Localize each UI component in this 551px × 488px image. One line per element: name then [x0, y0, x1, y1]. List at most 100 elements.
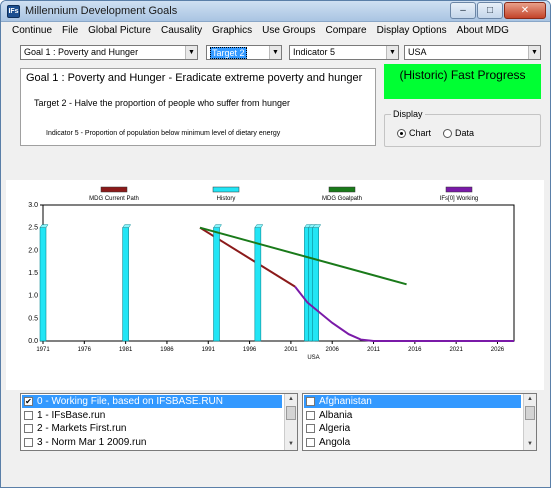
menu-item-use-groups[interactable]: Use Groups: [257, 22, 320, 40]
menu-bar: Continue File Global Picture Causality Graph…: [1, 22, 550, 40]
legend-swatch: [100, 186, 128, 193]
checkbox-icon[interactable]: [306, 437, 315, 447]
x-axis-label: USA: [307, 355, 319, 361]
chevron-down-icon[interactable]: ▼: [528, 46, 540, 59]
x-tick-label: 2011: [367, 347, 381, 353]
checkbox-icon[interactable]: [306, 410, 315, 420]
list-item[interactable]: ✔ 0 - Working File, based on IFSBASE.RUN: [22, 395, 282, 408]
menu-item-causality[interactable]: Causality: [156, 22, 207, 40]
checkbox-icon[interactable]: [306, 424, 315, 433]
x-tick-label: 2026: [491, 347, 505, 353]
checkbox-checked-icon[interactable]: ✔: [24, 397, 33, 406]
scroll-down-icon[interactable]: ▼: [285, 439, 297, 450]
y-tick-label: 0.5: [28, 315, 38, 322]
list-item[interactable]: Algeria: [304, 422, 521, 435]
indicator-text: Indicator 5 - Proportion of population b…: [46, 130, 281, 137]
list-item-label: Afghanistan: [319, 396, 372, 407]
checkbox-icon[interactable]: [24, 424, 33, 433]
data-radio[interactable]: Data: [443, 128, 474, 138]
x-tick-label: 2016: [408, 347, 422, 353]
list-item-label: Angola: [319, 436, 351, 448]
goal-title: Goal 1 : Poverty and Hunger - Eradicate …: [26, 72, 363, 84]
menu-item-graphics[interactable]: Graphics: [207, 22, 257, 40]
display-group-label: Display: [391, 109, 425, 119]
legend-label: MDG Goalpath: [322, 196, 362, 202]
scroll-down-icon[interactable]: ▼: [524, 439, 536, 450]
window-title: Millennium Development Goals: [25, 5, 178, 17]
chevron-down-icon[interactable]: ▼: [269, 46, 281, 59]
x-tick-label: 2006: [326, 347, 340, 353]
x-tick-label: 1971: [36, 347, 50, 353]
x-tick-label: 2021: [449, 347, 463, 353]
radio-selected-icon[interactable]: [397, 128, 406, 138]
mdg-chart: MDG Current Path History MDG Goalpath IFs[0…: [28, 186, 515, 361]
y-tick-label: 3.0: [28, 202, 38, 209]
x-tick-label: 1981: [119, 347, 133, 353]
title-bar[interactable]: IFs Millennium Development Goals – □ ✕: [1, 1, 550, 22]
menu-item-about-mdg[interactable]: About MDG: [452, 22, 514, 40]
list-item[interactable]: 1 - IFsBase.run: [22, 409, 282, 422]
x-tick-label: 1996: [243, 347, 257, 353]
list-item[interactable]: 2 - Markets First.run: [22, 422, 282, 435]
checkbox-icon[interactable]: [306, 397, 315, 406]
menu-item-compare[interactable]: Compare: [320, 22, 371, 40]
scroll-thumb[interactable]: [525, 406, 535, 420]
list-item[interactable]: 3 - Norm Mar 1 2009.run: [22, 436, 282, 449]
scroll-up-icon[interactable]: ▲: [524, 394, 536, 405]
list-item-label: 3 - Norm Mar 1 2009.run: [37, 436, 147, 448]
chart-radio-label: Chart: [409, 128, 432, 138]
menu-item-file[interactable]: File: [57, 22, 83, 40]
scenario-list[interactable]: ▲ ▼ ✔ 0 - Working File, based on IFSBASE.…: [20, 393, 298, 451]
chart-radio[interactable]: Chart: [397, 128, 431, 138]
list-item-label: 0 - Working File, based on IFSBASE.RUN: [37, 396, 223, 407]
menu-item-continue[interactable]: Continue: [7, 22, 57, 40]
y-tick-label: 0.0: [28, 338, 38, 345]
history-bar: [122, 227, 129, 342]
y-tick-label: 1.5: [28, 270, 38, 277]
scenario-scrollbar[interactable]: ▲ ▼: [284, 394, 297, 450]
legend-label: History: [217, 196, 236, 202]
list-item[interactable]: Albania: [304, 409, 521, 422]
history-bar: [312, 227, 319, 342]
menu-item-display-options[interactable]: Display Options: [372, 22, 452, 40]
radio-unselected-icon[interactable]: [443, 128, 452, 138]
checkbox-icon[interactable]: [24, 437, 33, 447]
menu-item-global-picture[interactable]: Global Picture: [83, 22, 156, 40]
list-item-label: 1 - IFsBase.run: [37, 409, 106, 421]
goal-select-value: Goal 1 : Poverty and Hunger: [24, 47, 139, 57]
legend-label: MDG Current Path: [89, 196, 139, 202]
list-item-label: Albania: [319, 409, 353, 421]
list-item[interactable]: Afghanistan: [304, 395, 521, 408]
chevron-down-icon[interactable]: ▼: [386, 46, 398, 59]
maximize-button[interactable]: □: [477, 2, 503, 19]
target-text: Target 2 - Halve the proportion of peopl…: [34, 98, 290, 108]
list-item[interactable]: Angola: [304, 436, 521, 449]
legend-swatch: [328, 186, 356, 193]
country-select[interactable]: USA ▼: [404, 45, 541, 60]
goal-select[interactable]: Goal 1 : Poverty and Hunger ▼: [20, 45, 198, 60]
minimize-button[interactable]: –: [450, 2, 476, 19]
target-select[interactable]: Target 2 ▼: [206, 45, 282, 60]
progress-status-badge: (Historic) Fast Progress: [384, 64, 541, 99]
x-tick-label: 2001: [284, 347, 298, 353]
chevron-down-icon[interactable]: ▼: [185, 46, 197, 59]
y-tick-label: 2.0: [28, 247, 38, 254]
indicator-select-value: Indicator 5: [293, 47, 336, 57]
close-button[interactable]: ✕: [504, 2, 546, 19]
legend-swatch: [212, 186, 240, 193]
app-window: IFs Millennium Development Goals – □ ✕ C…: [0, 0, 551, 488]
country-list[interactable]: ▲ ▼ Afghanistan Albania Algeria Angola: [302, 393, 537, 451]
country-select-value: USA: [408, 47, 427, 57]
scroll-thumb[interactable]: [286, 406, 296, 420]
legend-swatch: [445, 186, 473, 193]
data-radio-label: Data: [455, 128, 475, 138]
scroll-up-icon[interactable]: ▲: [285, 394, 297, 405]
app-icon: IFs: [7, 5, 20, 18]
country-scrollbar[interactable]: ▲ ▼: [523, 394, 536, 450]
list-item-label: 2 - Markets First.run: [37, 423, 127, 434]
indicator-select[interactable]: Indicator 5 ▼: [289, 45, 399, 60]
y-tick-label: 2.5: [28, 225, 38, 232]
checkbox-icon[interactable]: [24, 410, 33, 420]
chart-panel: MDG Current Path History MDG Goalpath IFs[0…: [6, 180, 544, 390]
y-tick-label: 1.0: [28, 293, 38, 300]
